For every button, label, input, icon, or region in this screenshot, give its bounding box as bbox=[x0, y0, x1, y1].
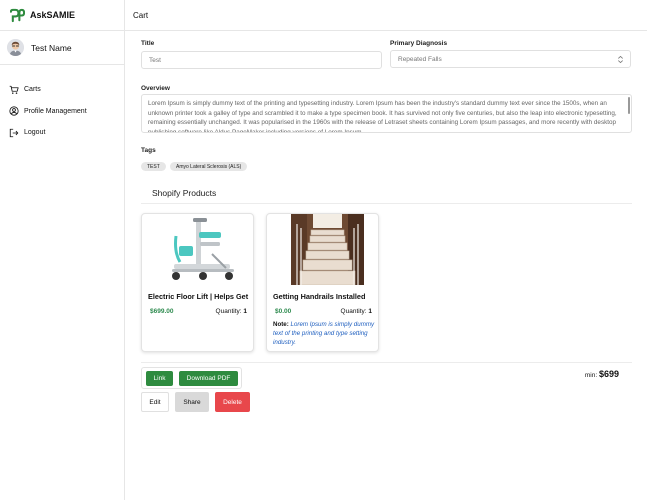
shopify-products-title: Shopify Products bbox=[152, 188, 217, 198]
title-input-value: Test bbox=[149, 56, 161, 64]
product-quantity: Quantity: 1 bbox=[216, 308, 247, 315]
product-name: Getting Handrails Installed bbox=[273, 292, 366, 301]
overview-textarea[interactable]: Lorem Ipsum is simply dummy text of the … bbox=[141, 94, 632, 133]
total-label: min: bbox=[584, 372, 598, 379]
page-header: Cart bbox=[125, 0, 647, 31]
section-divider bbox=[141, 203, 632, 204]
cart-form: Title Test Primary Diagnosis Repeated Fa… bbox=[125, 31, 647, 500]
tags-label: Tags bbox=[141, 147, 156, 154]
sidebar-nav: Carts Profile Management Logout bbox=[0, 65, 124, 144]
product-price: $699.00 bbox=[150, 308, 174, 315]
logout-icon bbox=[9, 128, 19, 137]
primary-diagnosis-value: Repeated Falls bbox=[398, 55, 442, 63]
handrails-stairs-product-image bbox=[291, 214, 364, 285]
floor-lift-product-image bbox=[166, 214, 239, 285]
cart-total: min: $699 bbox=[585, 369, 619, 379]
tag-chip[interactable]: TEST bbox=[141, 162, 166, 171]
page-title: Cart bbox=[133, 10, 149, 20]
sidebar-item-label: Profile Management bbox=[24, 107, 87, 115]
user-circle-icon bbox=[9, 106, 19, 116]
delete-button[interactable]: Delete bbox=[215, 392, 250, 412]
total-value: $699 bbox=[598, 369, 619, 379]
sidebar-item-carts[interactable]: Carts bbox=[0, 79, 124, 101]
user-name: Test Name bbox=[31, 42, 72, 53]
brand[interactable]: AskSAMIE bbox=[0, 0, 124, 31]
product-card[interactable]: Getting Handrails Installed $0.00 Quanti… bbox=[266, 213, 379, 352]
export-button-group: Link Download PDF bbox=[141, 367, 242, 389]
asksamie-logo-icon bbox=[10, 8, 25, 22]
chevron-up-down-icon bbox=[618, 55, 623, 64]
product-card[interactable]: Electric Floor Lift | Helps Get Up $699.… bbox=[141, 213, 254, 352]
overview-text: Lorem Ipsum is simply dummy text of the … bbox=[148, 100, 617, 133]
edit-button[interactable]: Edit bbox=[141, 392, 169, 412]
quantity-value: 1 bbox=[243, 308, 247, 315]
avatar bbox=[7, 39, 24, 56]
brand-name: AskSAMIE bbox=[30, 10, 76, 20]
link-button[interactable]: Link bbox=[146, 371, 173, 386]
avatar-face-icon bbox=[7, 39, 24, 56]
tag-chip[interactable]: Amyo Lateral Sclerosis (ALS) bbox=[170, 162, 248, 171]
note-text: Lorem Ipsum is simply dummy text of the … bbox=[273, 321, 375, 346]
primary-diagnosis-select[interactable]: Repeated Falls bbox=[390, 50, 631, 68]
product-price: $0.00 bbox=[275, 308, 292, 315]
title-label: Title bbox=[141, 40, 155, 47]
product-name: Electric Floor Lift | Helps Get Up bbox=[148, 292, 249, 301]
cart-icon bbox=[9, 85, 19, 94]
quantity-label: Quantity: bbox=[340, 308, 367, 315]
title-input[interactable]: Test bbox=[141, 51, 382, 69]
download-pdf-button[interactable]: Download PDF bbox=[179, 371, 238, 386]
quantity-value: 1 bbox=[368, 308, 372, 315]
sidebar: AskSAMIE Test Name Carts Profile Managem… bbox=[0, 0, 125, 500]
product-note: Note: Lorem Ipsum is simply dummy text o… bbox=[273, 320, 376, 347]
actions-divider bbox=[141, 362, 632, 363]
overview-label: Overview bbox=[141, 85, 170, 92]
primary-diagnosis-label: Primary Diagnosis bbox=[390, 40, 448, 47]
overview-scrollbar[interactable] bbox=[628, 97, 630, 114]
sidebar-item-logout[interactable]: Logout bbox=[0, 122, 124, 144]
note-label: Note: bbox=[273, 321, 289, 328]
quantity-label: Quantity: bbox=[215, 308, 242, 315]
product-quantity: Quantity: 1 bbox=[341, 308, 372, 315]
user-profile[interactable]: Test Name bbox=[0, 31, 124, 65]
share-button[interactable]: Share bbox=[175, 392, 209, 412]
sidebar-item-profile-management[interactable]: Profile Management bbox=[0, 101, 124, 123]
sidebar-item-label: Carts bbox=[24, 86, 41, 94]
sidebar-item-label: Logout bbox=[24, 129, 46, 137]
